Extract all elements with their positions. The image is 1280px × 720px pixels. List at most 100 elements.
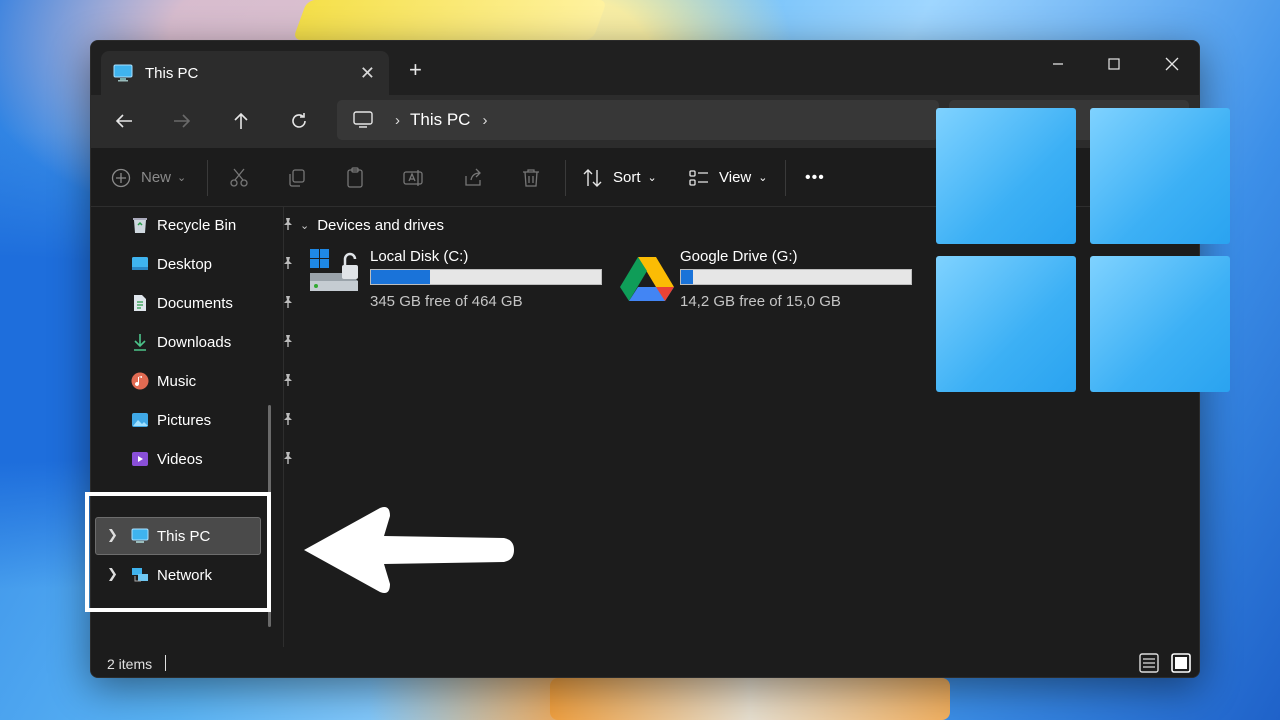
tab-title: This PC <box>145 64 199 82</box>
minimize-icon <box>1053 63 1063 65</box>
sidebar-item-label: Music <box>157 372 197 390</box>
arrow-up-icon <box>234 112 248 129</box>
view-icon <box>689 169 708 186</box>
desktop-icon <box>131 255 149 273</box>
monitor-icon <box>353 111 373 128</box>
drive-usage-fill <box>681 270 694 284</box>
paste-button[interactable] <box>345 148 365 207</box>
rename-button[interactable] <box>403 148 425 207</box>
close-tab-icon[interactable]: ✕ <box>360 63 375 84</box>
pane-divider[interactable] <box>283 207 284 647</box>
view-label: View <box>719 169 752 186</box>
maximize-button[interactable] <box>1085 47 1143 81</box>
arrow-left-icon <box>115 114 132 128</box>
drive-free-space: 345 GB free of 464 GB <box>370 293 523 310</box>
sidebar-item-pictures[interactable]: Pictures <box>131 402 292 438</box>
sidebar-item-downloads[interactable]: Downloads <box>131 324 292 360</box>
sort-button[interactable]: Sort ⌄ <box>583 148 657 207</box>
maximize-icon <box>1108 58 1120 70</box>
this-pc-icon <box>113 64 133 82</box>
view-button[interactable]: View ⌄ <box>689 148 767 207</box>
more-options-button[interactable]: ••• <box>805 148 825 207</box>
copy-button[interactable] <box>287 148 307 207</box>
new-button[interactable]: New ⌄ <box>111 148 186 207</box>
delete-button[interactable] <box>521 148 541 207</box>
refresh-icon <box>292 113 306 128</box>
chevron-down-icon: ⌄ <box>647 172 657 184</box>
minimize-button[interactable] <box>1029 47 1087 81</box>
drive-free-space: 14,2 GB free of 15,0 GB <box>680 293 841 310</box>
details-view-button[interactable] <box>1139 653 1159 677</box>
chevron-down-icon: ⌄ <box>300 220 310 232</box>
copy-icon <box>289 168 305 187</box>
refresh-button[interactable] <box>285 107 313 135</box>
new-tab-button[interactable]: + <box>409 57 422 83</box>
drive-local-disk-c[interactable]: Local Disk (C:) 345 GB free of 464 GB <box>308 241 608 311</box>
share-icon <box>465 168 481 186</box>
close-window-button[interactable] <box>1143 47 1199 81</box>
recycle-bin-icon <box>131 216 149 234</box>
breadcrumb-chevron-icon: › <box>395 111 400 129</box>
add-circle-icon <box>111 168 131 187</box>
title-bar: This PC ✕ + <box>91 41 1199 95</box>
drive-name: Local Disk (C:) <box>370 248 469 265</box>
videos-icon <box>131 450 149 468</box>
sidebar-item-documents[interactable]: Documents <box>131 285 292 321</box>
drive-usage-bar <box>370 269 602 285</box>
sidebar-item-label: Recycle Bin <box>157 216 237 234</box>
separator <box>565 160 566 196</box>
chevron-down-icon: ⌄ <box>758 172 768 184</box>
scissors-icon <box>230 168 248 187</box>
forward-button[interactable] <box>168 107 196 135</box>
back-button[interactable] <box>110 107 138 135</box>
windows-logo <box>936 108 1230 392</box>
downloads-icon <box>131 333 149 351</box>
sidebar-item-label: Videos <box>157 450 203 468</box>
group-header-label: Devices and drives <box>317 217 444 234</box>
pictures-icon <box>131 411 149 429</box>
drive-name: Google Drive (G:) <box>680 248 798 265</box>
sidebar-item-label: Documents <box>157 294 233 312</box>
breadcrumb-chevron-icon[interactable]: › <box>482 112 487 129</box>
wallpaper-shard <box>550 678 950 720</box>
tiles-view-button[interactable] <box>1171 653 1191 677</box>
tab-this-pc[interactable]: This PC ✕ <box>101 51 389 95</box>
sidebar-item-desktop[interactable]: Desktop <box>131 246 292 282</box>
details-view-icon <box>1139 653 1159 673</box>
trash-icon <box>523 168 539 187</box>
share-button[interactable] <box>463 148 483 207</box>
sort-label: Sort <box>613 169 641 186</box>
separator <box>785 160 786 196</box>
separator <box>207 160 208 196</box>
wallpaper-shard <box>292 0 608 40</box>
sidebar-item-label: Downloads <box>157 333 232 351</box>
sidebar-item-label: Pictures <box>157 411 212 429</box>
local-disk-icon <box>310 249 358 291</box>
sidebar-item-videos[interactable]: Videos <box>131 441 292 477</box>
sort-icon <box>583 168 602 187</box>
annotation-arrow-icon <box>304 507 514 593</box>
annotation-highlight-box <box>85 492 271 612</box>
new-label: New <box>141 169 172 186</box>
clipboard-icon <box>347 166 363 188</box>
cut-button[interactable] <box>229 148 249 207</box>
address-bar[interactable]: › This PC › <box>337 100 939 140</box>
sidebar-item-music[interactable]: Music <box>131 363 292 399</box>
sidebar-item-recycle-bin[interactable]: Recycle Bin <box>131 207 292 243</box>
drive-usage-fill <box>371 270 430 284</box>
close-icon <box>1165 57 1179 71</box>
tiles-view-icon <box>1171 653 1191 673</box>
status-divider <box>165 655 166 671</box>
rename-icon <box>403 169 423 186</box>
sidebar-item-label: Desktop <box>157 255 213 273</box>
drive-usage-bar <box>680 269 912 285</box>
item-count: 2 items <box>107 656 153 672</box>
breadcrumb-this-pc[interactable]: This PC <box>410 110 470 130</box>
status-bar: 2 items <box>91 647 1199 677</box>
up-button[interactable] <box>227 107 255 135</box>
group-header-devices[interactable]: ⌄ Devices and drives <box>300 217 444 234</box>
documents-icon <box>131 294 149 312</box>
music-icon <box>131 372 149 390</box>
google-drive-icon <box>620 257 674 301</box>
drive-google-drive-g[interactable]: Google Drive (G:) 14,2 GB free of 15,0 G… <box>618 241 918 311</box>
